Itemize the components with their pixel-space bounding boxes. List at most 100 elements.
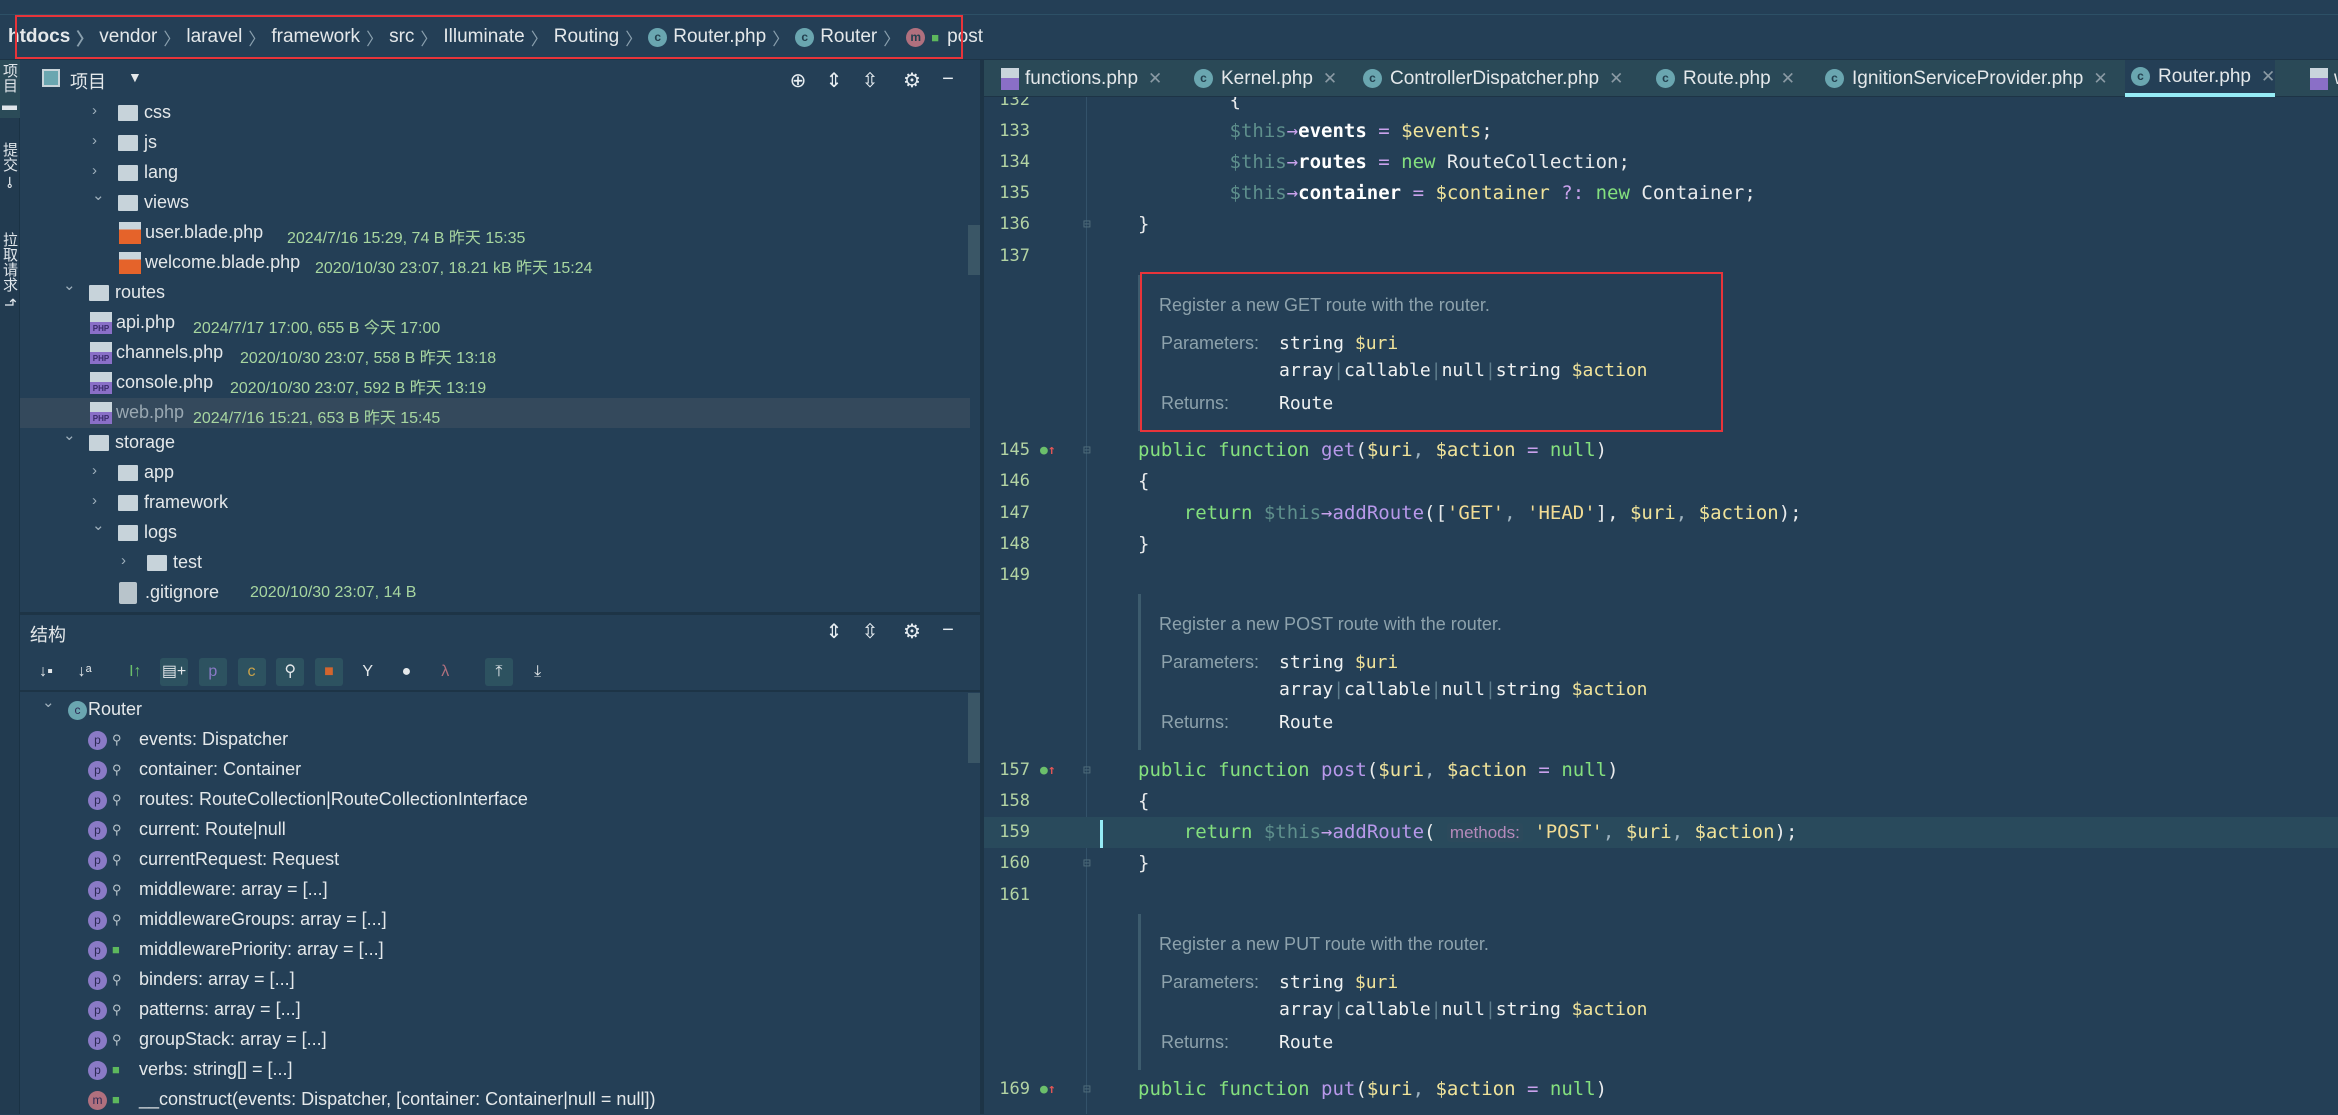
close-icon[interactable]: ✕	[2093, 69, 2107, 89]
tree-item-welcome-blade-php[interactable]: welcome.blade.php 2020/10/30 23:07, 18.21…	[20, 248, 970, 278]
structure-item-router[interactable]: ⌄ c Router	[20, 693, 970, 725]
chevron-down-icon[interactable]: ⌄	[63, 426, 76, 444]
line-number[interactable]: 149	[984, 560, 1030, 591]
chevron-down-icon[interactable]: ⌄	[42, 693, 55, 711]
structure-item[interactable]: p ■ middlewarePriority: array = [...]	[20, 935, 970, 965]
collapse-all-icon[interactable]: ⇳	[858, 68, 882, 93]
line-number[interactable]: 136	[984, 209, 1030, 240]
breadcrumb-item[interactable]: framework 〉	[271, 25, 389, 50]
structure-item[interactable]: p ⚲ current: Route|null	[20, 815, 970, 845]
line-number[interactable]: 135	[984, 178, 1030, 209]
chevron-right-icon[interactable]: ›	[92, 492, 97, 509]
chevron-right-icon[interactable]: ›	[92, 102, 97, 119]
show-inherited-icon[interactable]: I↑	[121, 658, 149, 686]
collapse-all-icon[interactable]: ⇳	[858, 619, 882, 644]
line-number[interactable]: 132	[984, 97, 1030, 116]
structure-item[interactable]: p ⚲ currentRequest: Request	[20, 845, 970, 875]
scroll-from-source-icon[interactable]: ⤒	[484, 658, 513, 686]
show-fields-icon[interactable]: ⚲	[276, 658, 305, 686]
close-icon[interactable]: ✕	[1781, 69, 1795, 89]
line-number[interactable]: 137	[984, 241, 1030, 272]
locate-file-icon[interactable]: ⊕	[786, 68, 810, 93]
gear-icon[interactable]: ⚙	[900, 619, 924, 644]
tree-item-channels-php[interactable]: PHP channels.php 2020/10/30 23:07, 558 B 昨…	[20, 338, 970, 368]
fold-marker-icon[interactable]: ⊟	[1083, 1074, 1091, 1105]
tree-item-gitignore[interactable]: .gitignore 2020/10/30 23:07, 14 B	[20, 578, 970, 608]
fold-marker-icon[interactable]: ⊟	[1083, 209, 1091, 240]
show-constants-icon[interactable]: c	[237, 658, 266, 686]
editor-tab-router-php[interactable]: c Router.php ✕	[2125, 60, 2276, 97]
tree-item-app[interactable]: › app	[20, 458, 970, 488]
breadcrumb-item[interactable]: Routing 〉	[554, 25, 649, 50]
close-icon[interactable]: ✕	[2261, 67, 2275, 87]
chevron-down-icon[interactable]: ⌄	[63, 276, 76, 294]
implements-icon[interactable]: ●↑	[1040, 1074, 1056, 1105]
show-lambda-icon[interactable]: λ	[431, 658, 459, 686]
tree-item-user-blade-php[interactable]: user.blade.php 2024/7/16 15:29, 74 B 昨天 1…	[20, 218, 970, 248]
structure-item[interactable]: p ⚲ middleware: array = [...]	[20, 875, 970, 905]
editor-tab-kernel-php[interactable]: c Kernel.php ✕	[1188, 60, 1337, 97]
show-properties-icon[interactable]: p	[198, 658, 227, 686]
line-number[interactable]: 160	[984, 848, 1030, 879]
line-number[interactable]: 148	[984, 529, 1030, 560]
implements-icon[interactable]: ●↑	[1040, 755, 1056, 786]
show-includes-icon[interactable]: ▤+	[160, 658, 189, 686]
breadcrumb-item[interactable]: c Router.php 〉	[648, 25, 795, 50]
chevron-right-icon[interactable]: ›	[121, 552, 126, 569]
line-number[interactable]: 146	[984, 466, 1030, 497]
project-panel-title[interactable]: 项目	[70, 68, 106, 94]
structure-item[interactable]: p ⚲ groupStack: array = [...]	[20, 1025, 970, 1055]
breadcrumb-item[interactable]: src 〉	[389, 25, 443, 50]
structure-item[interactable]: p ■ verbs: string[] = [...]	[20, 1055, 970, 1085]
tree-item-console-php[interactable]: PHP console.php 2020/10/30 23:07, 592 B 昨天…	[20, 368, 970, 398]
line-number[interactable]: 133	[984, 116, 1030, 147]
show-private-icon[interactable]: ■	[315, 658, 344, 686]
close-icon[interactable]: ✕	[1609, 69, 1623, 89]
code-editor[interactable]: 132 {133 $this→events = $events; 134 $thi…	[984, 97, 2338, 1114]
line-number[interactable]: 159	[984, 817, 1030, 848]
chevron-right-icon[interactable]: ›	[92, 162, 97, 179]
structure-item[interactable]: p ⚲ routes: RouteCollection|RouteCollectio…	[20, 785, 970, 815]
close-icon[interactable]: ✕	[1148, 69, 1162, 89]
tree-item-test[interactable]: › test	[20, 548, 970, 578]
fold-marker-icon[interactable]: ⊟	[1083, 435, 1091, 466]
expand-all-icon[interactable]: ⇕	[822, 619, 846, 644]
fold-marker-icon[interactable]: ⊟	[1083, 848, 1091, 879]
breadcrumb-item[interactable]: m ■ post	[906, 26, 983, 48]
fold-marker-icon[interactable]: ⊟	[1083, 755, 1091, 786]
show-circles-icon[interactable]: ●	[393, 658, 421, 686]
chevron-right-icon[interactable]: ›	[92, 132, 97, 149]
tool-tab-pull-requests[interactable]: 拉取请求 ↰	[0, 220, 20, 320]
structure-item[interactable]: p ⚲ container: Container	[20, 755, 970, 785]
structure-item[interactable]: p ⚲ middlewareGroups: array = [...]	[20, 905, 970, 935]
expand-all-icon[interactable]: ⇕	[822, 68, 846, 93]
structure-item[interactable]: p ⚲ patterns: array = [...]	[20, 995, 970, 1025]
tree-item-views[interactable]: ⌄ views	[20, 186, 970, 218]
line-number[interactable]: 158	[984, 786, 1030, 817]
line-number[interactable]: 147	[984, 498, 1030, 529]
structure-item[interactable]: m ■ __construct(events: Dispatcher, [conta…	[20, 1085, 970, 1115]
breadcrumb-item[interactable]: Illuminate 〉	[443, 25, 553, 50]
tree-item-framework[interactable]: › framework	[20, 488, 970, 518]
chevron-down-icon[interactable]: ▼	[128, 69, 142, 85]
breadcrumb-item[interactable]: laravel 〉	[186, 25, 271, 50]
sort-by-visibility-icon[interactable]: ↓▪	[32, 658, 60, 686]
tree-item-lang[interactable]: › lang	[20, 158, 970, 188]
sort-alpha-icon[interactable]: ↓ᵃ	[71, 658, 99, 686]
line-number[interactable]: 169	[984, 1074, 1030, 1105]
line-number[interactable]: 134	[984, 147, 1030, 178]
tree-item-js[interactable]: › js	[20, 128, 970, 158]
tree-item-web-php[interactable]: PHP web.php 2024/7/16 15:21, 653 B 昨天 15:4…	[20, 398, 970, 428]
breadcrumb-item[interactable]: htdocs 〉	[8, 25, 99, 50]
show-traits-icon[interactable]: Y	[354, 658, 382, 686]
editor-tab-w[interactable]: w	[2304, 60, 2338, 97]
breadcrumb-item[interactable]: c Router 〉	[795, 25, 906, 50]
breadcrumb-item[interactable]: vendor 〉	[99, 25, 186, 50]
minimize-icon[interactable]: −	[936, 68, 960, 91]
chevron-right-icon[interactable]: ›	[92, 462, 97, 479]
structure-item[interactable]: p ⚲ binders: array = [...]	[20, 965, 970, 995]
tool-tab-project[interactable]: 项目 ▬	[0, 60, 20, 118]
minimize-icon[interactable]: −	[936, 619, 960, 642]
chevron-down-icon[interactable]: ⌄	[92, 186, 105, 204]
tree-item-logs[interactable]: ⌄ logs	[20, 517, 970, 548]
